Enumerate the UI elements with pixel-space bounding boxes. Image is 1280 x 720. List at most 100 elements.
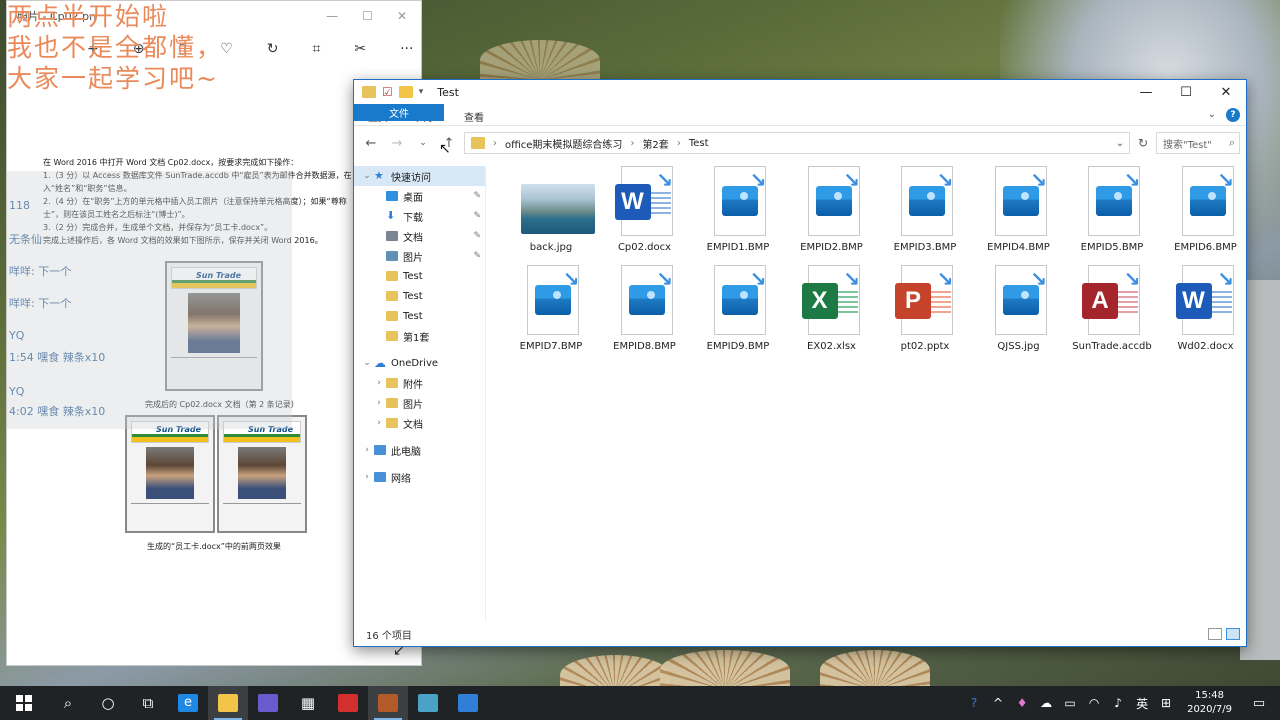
- pin-icon[interactable]: ✎: [473, 231, 481, 241]
- notification-icon[interactable]: ▭: [1244, 696, 1274, 711]
- nav-item-folder[interactable]: Test: [354, 306, 485, 326]
- breadcrumb-separator-icon[interactable]: ›: [677, 138, 681, 149]
- back-icon[interactable]: ←: [360, 136, 382, 151]
- pin-icon[interactable]: ✎: [473, 211, 481, 221]
- nav-item-desktop[interactable]: 桌面 ✎: [354, 186, 485, 206]
- customize-toolbar-icon[interactable]: ▾: [419, 87, 424, 97]
- forward-icon[interactable]: →: [386, 136, 408, 151]
- ime-mode-icon[interactable]: ⊞: [1157, 696, 1175, 710]
- photos-glyph: [458, 694, 478, 712]
- file-item[interactable]: ↘ EMPID4.BMP: [974, 166, 1064, 254]
- address-dropdown-icon[interactable]: ⌄: [1111, 138, 1129, 149]
- nav-item-computer[interactable]: › 此电脑: [354, 440, 485, 460]
- maximize-icon[interactable]: ☐: [362, 9, 373, 23]
- more-icon[interactable]: ···: [400, 41, 413, 57]
- nav-item-folder[interactable]: 第1套: [354, 326, 485, 346]
- tab-file[interactable]: 文件: [354, 104, 444, 121]
- file-item[interactable]: back.jpg: [506, 166, 596, 254]
- pin-icon[interactable]: ✎: [473, 251, 481, 261]
- quick-access-properties-icon[interactable]: ☑: [382, 85, 393, 99]
- close-button[interactable]: ✕: [1206, 85, 1246, 100]
- nav-item-folder[interactable]: Test: [354, 286, 485, 306]
- rotate-icon[interactable]: ↻: [267, 41, 279, 57]
- expand-chevron-icon[interactable]: ⌄: [360, 358, 374, 368]
- task-view-icon[interactable]: ⧉: [128, 686, 168, 720]
- address-bar[interactable]: › office期末模拟题综合练习 › 第2套 › Test ⌄: [464, 132, 1130, 154]
- breadcrumb-separator-icon[interactable]: ›: [630, 138, 634, 149]
- file-item[interactable]: A ↘ SunTrade.accdb: [1067, 265, 1157, 353]
- maximize-button[interactable]: ☐: [1166, 85, 1206, 100]
- clock[interactable]: 15:48 2020/7/9: [1181, 689, 1238, 717]
- file-item[interactable]: ↘ EMPID8.BMP: [600, 265, 690, 353]
- file-item[interactable]: ↘ EMPID5.BMP: [1067, 166, 1157, 254]
- file-item[interactable]: ↘ EMPID3.BMP: [880, 166, 970, 254]
- netease-music-icon[interactable]: [328, 686, 368, 720]
- tab-view[interactable]: 查看: [450, 104, 498, 125]
- nav-item-document[interactable]: 文档 ✎: [354, 226, 485, 246]
- crop-icon[interactable]: ⌗: [312, 41, 320, 57]
- search-box[interactable]: 搜索"Test" ⌕: [1156, 132, 1240, 154]
- ime-language[interactable]: 英: [1133, 695, 1151, 712]
- details-view-icon[interactable]: [1208, 628, 1222, 640]
- shortcut-arrow-icon: ↘: [1217, 168, 1234, 192]
- nav-item-folder[interactable]: › 图片: [354, 393, 485, 413]
- nav-item-cloud[interactable]: ⌄ ☁ OneDrive: [354, 353, 485, 373]
- file-item[interactable]: ↘ EMPID1.BMP: [693, 166, 783, 254]
- file-name: Wd02.docx: [1177, 341, 1234, 352]
- file-item[interactable]: P ↘ pt02.pptx: [880, 265, 970, 353]
- cortana-icon[interactable]: ○: [88, 686, 128, 720]
- file-item[interactable]: ↘ EMPID6.BMP: [1161, 166, 1251, 254]
- nav-item-folder[interactable]: › 附件: [354, 373, 485, 393]
- show-hidden-icons-icon[interactable]: ^: [989, 696, 1007, 710]
- file-item[interactable]: W ↘ Cp02.docx: [600, 166, 690, 254]
- photos-icon[interactable]: [448, 686, 488, 720]
- wifi-icon[interactable]: ◠: [1085, 696, 1103, 710]
- expand-chevron-icon[interactable]: ›: [360, 472, 374, 482]
- search-icon[interactable]: ⌕: [1229, 136, 1239, 150]
- volume-icon[interactable]: ♪: [1109, 696, 1127, 710]
- expand-chevron-icon[interactable]: ›: [360, 445, 374, 455]
- search-icon[interactable]: ⌕: [48, 686, 88, 720]
- close-icon[interactable]: ✕: [397, 9, 407, 23]
- minimize-button[interactable]: —: [1126, 85, 1166, 100]
- file-item[interactable]: ↘ QJSS.jpg: [974, 265, 1064, 353]
- breadcrumb-separator-icon[interactable]: ›: [493, 138, 497, 149]
- expand-chevron-icon[interactable]: ›: [372, 418, 386, 428]
- new-folder-icon[interactable]: [398, 86, 413, 98]
- help-icon[interactable]: ?: [1226, 107, 1240, 122]
- file-item[interactable]: W ↘ Wd02.docx: [1161, 265, 1251, 353]
- breadcrumb-item[interactable]: 第2套: [642, 136, 668, 151]
- onedrive-icon[interactable]: ☁: [1037, 696, 1055, 710]
- calculator-icon[interactable]: ▦: [288, 686, 328, 720]
- nav-item-download[interactable]: ⬇ 下载 ✎: [354, 206, 485, 226]
- nav-item-folder[interactable]: Test: [354, 266, 485, 286]
- file-item[interactable]: ↘ EMPID7.BMP: [506, 265, 596, 353]
- display-icon[interactable]: ▭: [1061, 696, 1079, 710]
- pin-icon[interactable]: ✎: [473, 191, 481, 201]
- refresh-icon[interactable]: ↻: [1134, 136, 1152, 150]
- app-icon-3[interactable]: [408, 686, 448, 720]
- nav-item-folder[interactable]: › 文档: [354, 413, 485, 433]
- large-icons-view-icon[interactable]: [1226, 628, 1240, 640]
- help-tray-icon[interactable]: ?: [965, 696, 983, 710]
- expand-chevron-icon[interactable]: ›: [372, 378, 386, 388]
- nav-item-star[interactable]: ⌄ ★ 快速访问: [354, 166, 485, 186]
- app-icon-1[interactable]: [248, 686, 288, 720]
- nav-item-network[interactable]: › 网络: [354, 467, 485, 487]
- recent-locations-icon[interactable]: ⌄: [412, 138, 434, 148]
- expand-chevron-icon[interactable]: ›: [372, 398, 386, 408]
- tray-app-icon[interactable]: ♦: [1013, 696, 1031, 710]
- app-icon-2[interactable]: [368, 686, 408, 720]
- breadcrumb-item[interactable]: office期末模拟题综合练习: [505, 136, 622, 151]
- edit-icon[interactable]: ✂: [354, 41, 366, 57]
- edge-icon[interactable]: e: [168, 686, 208, 720]
- file-item[interactable]: X ↘ EX02.xlsx: [787, 265, 877, 353]
- expand-ribbon-icon[interactable]: ⌄: [1208, 109, 1216, 120]
- file-explorer-icon[interactable]: [208, 686, 248, 720]
- breadcrumb-item[interactable]: Test: [689, 138, 709, 149]
- nav-item-pictures[interactable]: 图片 ✎: [354, 246, 485, 266]
- file-item[interactable]: ↘ EMPID9.BMP: [693, 265, 783, 353]
- file-item[interactable]: ↘ EMPID2.BMP: [787, 166, 877, 254]
- minimize-icon[interactable]: —: [326, 9, 338, 23]
- start-button[interactable]: [0, 686, 48, 720]
